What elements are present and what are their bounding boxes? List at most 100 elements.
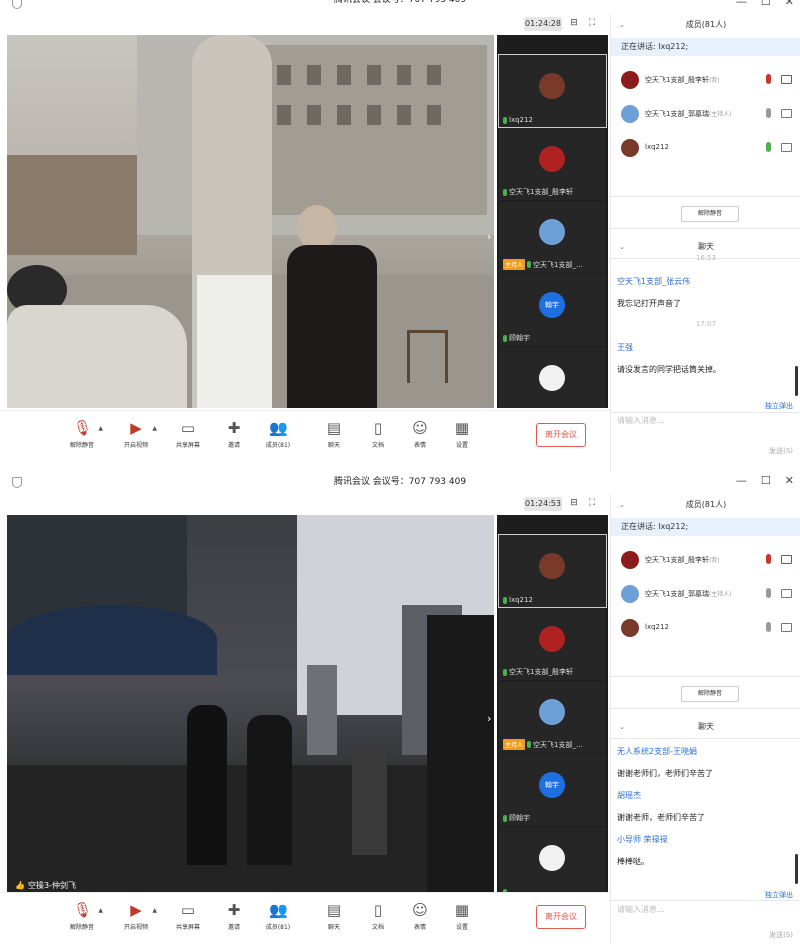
popout-chat-link[interactable]: 独立弹出 <box>765 401 793 411</box>
avatar <box>621 105 639 123</box>
caret-up-icon[interactable]: ▲ <box>152 425 157 432</box>
chat-input[interactable]: 请输入消息... <box>617 904 665 915</box>
fullscreen-icon[interactable]: ⛶ <box>586 17 598 29</box>
people-icon: 👥 <box>269 419 288 437</box>
docs-button[interactable]: ▯ 文档 <box>358 419 398 449</box>
mic-icon <box>503 668 507 676</box>
minimize-icon[interactable]: — <box>736 0 747 8</box>
chat-sender[interactable]: 小导师 荣禄禄 <box>617 834 668 845</box>
member-row[interactable]: 空天飞1支部_殷李轩(我) <box>611 66 800 96</box>
chevron-right-icon[interactable]: › <box>487 712 491 725</box>
unmute-all-button[interactable]: 解除静音 <box>681 206 739 222</box>
participant-tile[interactable]: 翰宇 顾翰宇 <box>499 274 606 346</box>
start-video-button[interactable]: ▶ ▲ 开启视频 <box>116 901 157 931</box>
emoji-button[interactable]: ☺ 表情 <box>400 419 440 449</box>
chat-button[interactable]: ▤ 聊天 <box>314 901 354 931</box>
participant-tile[interactable]: lxq212 <box>498 54 607 128</box>
chat-sender[interactable]: 无人系统2支部-王晓娟 <box>617 746 697 757</box>
camera-icon[interactable] <box>781 109 792 118</box>
mic-icon[interactable] <box>766 108 771 118</box>
chat-scrollbar[interactable] <box>795 854 798 884</box>
camera-icon[interactable] <box>781 589 792 598</box>
mic-icon[interactable] <box>766 74 771 84</box>
participant-tile[interactable]: 主持人 空天飞1支部_... <box>499 681 606 753</box>
chevron-right-icon[interactable]: › <box>487 230 491 243</box>
camera-icon[interactable] <box>781 75 792 84</box>
minimize-icon[interactable]: — <box>736 475 747 487</box>
member-row[interactable]: lxq212 <box>611 134 800 164</box>
participant-tile[interactable]: 空天飞1支部_殷李轩 <box>499 608 606 680</box>
start-video-button[interactable]: ▶ ▲ 开启视频 <box>116 419 157 449</box>
participant-thumbnails[interactable]: lxq212 空天飞1支部_殷李轩 主持人 空天飞1支部_... 翰宇 顾翰宇 <box>497 515 608 895</box>
window-controls: — ☐ ✕ <box>736 475 794 487</box>
chat-scrollbar[interactable] <box>795 366 798 396</box>
chat-button[interactable]: ▤ 聊天 <box>314 419 354 449</box>
chat-input[interactable]: 请输入消息... <box>617 415 665 426</box>
chat-sender[interactable]: 空天飞1支部_张云伟 <box>617 276 690 287</box>
toolbar-label: 邀请 <box>227 924 240 931</box>
unmute-button[interactable]: 🎙 ▲ 解除静音 <box>62 901 103 931</box>
member-row[interactable]: lxq212 <box>611 614 800 644</box>
members-button[interactable]: 👥 成员(81) <box>258 901 298 931</box>
docs-button[interactable]: ▯ 文档 <box>358 901 398 931</box>
chat-header[interactable]: ⌄ 聊天 <box>611 716 800 738</box>
invite-button[interactable]: ✚ 邀请 <box>214 419 254 449</box>
member-name: lxq212 <box>645 623 669 631</box>
chevron-down-icon[interactable]: ⌄ <box>619 494 625 516</box>
chevron-down-icon[interactable]: ⌄ <box>619 14 625 36</box>
members-header[interactable]: ⌄ 成员(81人) <box>611 14 800 36</box>
participant-thumbnails[interactable]: lxq212 空天飞1支部_殷李轩 主持人 空天飞1支部_... 翰宇 顾翰宇 <box>497 35 608 408</box>
participant-tile[interactable] <box>499 827 606 895</box>
layout-icon[interactable]: ⊟ <box>568 497 580 509</box>
maximize-icon[interactable]: ☐ <box>761 0 771 8</box>
caret-up-icon[interactable]: ▲ <box>98 907 103 914</box>
mic-icon <box>503 188 507 196</box>
invite-button[interactable]: ✚ 邀请 <box>214 901 254 931</box>
settings-button[interactable]: ▦ 设置 <box>442 419 482 449</box>
chat-message: 请没发言的同学把话筒关掉。 <box>617 365 721 374</box>
leave-meeting-button[interactable]: 离开会议 <box>536 905 586 929</box>
mic-icon[interactable] <box>766 554 771 564</box>
member-row[interactable]: 空天飞1支部_郭墓瑞(主持人) <box>611 580 800 610</box>
settings-button[interactable]: ▦ 设置 <box>442 901 482 931</box>
toolbar-label: 表情 <box>413 442 426 449</box>
emoji-button[interactable]: ☺ 表情 <box>400 901 440 931</box>
main-video <box>7 35 494 408</box>
participant-tile[interactable]: 空天飞1支部_殷李轩 <box>499 128 606 200</box>
camera-icon[interactable] <box>781 623 792 632</box>
caret-up-icon[interactable]: ▲ <box>98 425 103 432</box>
meeting-toolbar: 🎙 ▲ 解除静音 ▶ ▲ 开启视频 ▭ 共享屏幕 ✚ 邀请 👥 成员(81) ▤… <box>0 892 610 944</box>
close-icon[interactable]: ✕ <box>785 475 794 487</box>
unmute-all-button[interactable]: 解除静音 <box>681 686 739 702</box>
share-screen-button[interactable]: ▭ 共享屏幕 <box>168 419 208 449</box>
chat-sender[interactable]: 王强 <box>617 342 633 353</box>
share-screen-button[interactable]: ▭ 共享屏幕 <box>168 901 208 931</box>
popout-chat-link[interactable]: 独立弹出 <box>765 890 793 900</box>
unmute-button[interactable]: 🎙 ▲ 解除静音 <box>62 419 103 449</box>
mic-icon[interactable] <box>766 142 771 152</box>
fullscreen-icon[interactable]: ⛶ <box>586 497 598 509</box>
members-button[interactable]: 👥 成员(81) <box>258 419 298 449</box>
participant-name: 空天飞1支部_殷李轩 <box>509 668 573 676</box>
participant-tile[interactable]: 主持人 空天飞1支部_... <box>499 201 606 273</box>
mic-icon[interactable] <box>766 622 771 632</box>
camera-icon[interactable] <box>781 143 792 152</box>
member-row[interactable]: 空天飞1支部_郭墓瑞(主持人) <box>611 100 800 130</box>
layout-icon[interactable]: ⊟ <box>568 17 580 29</box>
caret-up-icon[interactable]: ▲ <box>152 907 157 914</box>
close-icon[interactable]: ✕ <box>785 0 794 8</box>
send-button[interactable]: 发送(S) <box>769 930 793 940</box>
toolbar-label: 开启视频 <box>123 924 148 931</box>
member-row[interactable]: 空天飞1支部_殷李轩(我) <box>611 546 800 576</box>
participant-tile[interactable]: lxq212 <box>498 534 607 608</box>
leave-meeting-button[interactable]: 离开会议 <box>536 423 586 447</box>
camera-icon[interactable] <box>781 555 792 564</box>
maximize-icon[interactable]: ☐ <box>761 475 771 487</box>
participant-tile[interactable]: 翰宇 顾翰宇 <box>499 754 606 826</box>
mic-icon[interactable] <box>766 588 771 598</box>
chevron-down-icon[interactable]: ⌄ <box>619 716 625 738</box>
send-button[interactable]: 发送(S) <box>769 446 793 456</box>
chat-sender[interactable]: 胡瑶杰 <box>617 790 641 801</box>
participant-tile[interactable] <box>499 347 606 408</box>
members-header[interactable]: ⌄ 成员(81人) <box>611 494 800 516</box>
